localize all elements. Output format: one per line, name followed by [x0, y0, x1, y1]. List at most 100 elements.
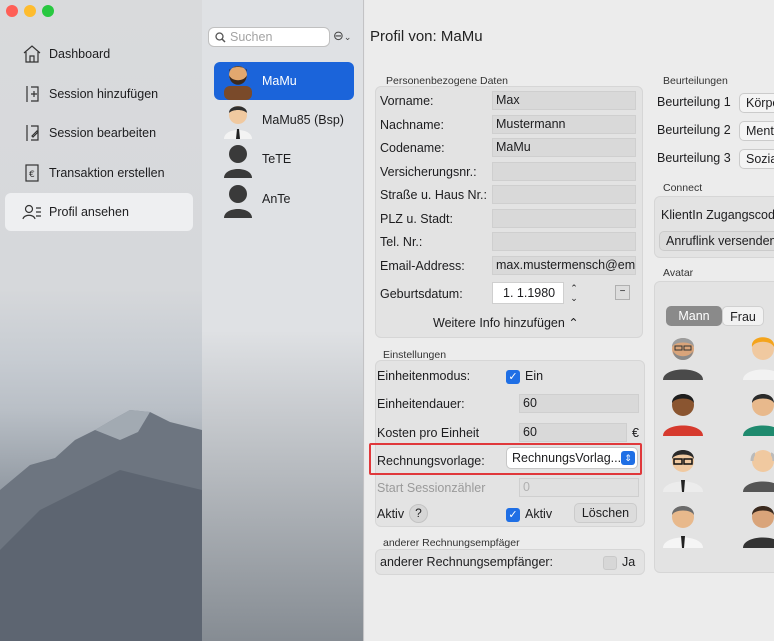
field-label: PLZ u. Stadt: [380, 212, 453, 226]
avatar-bald-man-icon[interactable] [741, 442, 774, 492]
chevron-down-icon: ⌄ [343, 32, 352, 42]
sidebar-item-label: Session bearbeiten [49, 126, 157, 140]
avatar-old-man-beard-icon[interactable] [661, 330, 705, 380]
rating-label: Beurteilung 1 [657, 95, 731, 109]
profile-panel: Profil von: MaMu Personenbezogene Daten … [365, 0, 774, 641]
unit-mode-value: Ein [525, 369, 544, 383]
app-window: Dashboard Session hinzufügen Session bea… [0, 0, 774, 641]
last-name-field[interactable]: Mustermann [492, 115, 636, 134]
avatar-silhouette-icon [224, 145, 252, 178]
profile-icon [22, 204, 41, 220]
rating-2-popup[interactable]: Menta [739, 121, 774, 141]
rating-label: Beurteilung 3 [657, 151, 731, 165]
client-item-mamu[interactable]: MaMu [214, 62, 354, 100]
avatar-dark-man-icon[interactable] [661, 386, 705, 436]
ratings-group-label: Beurteilungen [663, 75, 728, 87]
sidebar-item-transaction[interactable]: € Transaktion erstellen [5, 154, 193, 192]
currency-label: € [632, 426, 639, 440]
sidebar-item-session-add[interactable]: Session hinzufügen [5, 75, 193, 113]
tab-female[interactable]: Frau [722, 306, 764, 326]
rating-3-popup[interactable]: Sozia [739, 149, 774, 169]
other-recipient-checkbox[interactable] [603, 556, 617, 570]
session-add-icon [26, 86, 39, 102]
session-counter-label: Start Sessionzähler [377, 481, 486, 495]
other-recipient-label: anderer Rechnungsempfänger: [380, 555, 554, 569]
svg-text:€: € [29, 170, 35, 180]
other-recipient-value: Ja [622, 555, 636, 569]
unit-duration-label: Einheitendauer: [377, 397, 465, 411]
street-field[interactable] [492, 185, 636, 204]
field-label: Email-Address: [380, 259, 465, 273]
sidebar-item-profile[interactable]: Profil ansehen [5, 193, 193, 231]
avatar-man-tie-icon [224, 106, 252, 139]
unit-duration-field[interactable]: 60 [519, 394, 639, 413]
field-label: Versicherungsnr.: [380, 165, 477, 179]
zoom-window-button[interactable] [42, 5, 54, 17]
house-icon [23, 45, 41, 63]
search-input[interactable]: Suchen [230, 30, 272, 44]
client-name: MaMu [262, 74, 297, 88]
field-label: Tel. Nr.: [380, 235, 423, 249]
more-info-button[interactable]: Weitere Info hinzufügen ⌃ [433, 315, 579, 330]
first-name-field[interactable]: Max [492, 91, 636, 110]
avatar-bearded-man-icon [224, 66, 252, 100]
sidebar-item-label: Transaktion erstellen [49, 166, 165, 180]
client-list: Suchen ⊖⌄ MaMu MaMu85 (Bsp) TeTE AnTe [202, 0, 364, 641]
ellipsis-circle-icon: ⊖ [333, 28, 344, 43]
help-button[interactable]: ? [409, 504, 428, 523]
avatar-blonde-man-icon[interactable] [741, 330, 774, 380]
delete-button[interactable]: Löschen [574, 503, 637, 523]
active-label: Aktiv [377, 507, 405, 521]
unit-mode-checkbox[interactable]: ✓ [506, 370, 520, 384]
rating-label: Beurteilung 2 [657, 123, 731, 137]
mountain-wallpaper [0, 410, 202, 641]
birthdate-label: Geburtsdatum: [380, 287, 463, 301]
rating-1-popup[interactable]: Körpe [739, 93, 774, 113]
sidebar-item-dashboard[interactable]: Dashboard [5, 35, 193, 73]
avatar-glasses-man-icon[interactable] [741, 386, 774, 436]
date-stepper-icon[interactable]: ⌃ ⌄ [568, 283, 580, 303]
active-checkbox-label: Aktiv [525, 507, 553, 521]
more-options-button[interactable]: ⊖⌄ [333, 28, 351, 44]
page-title: Profil von: MaMu [370, 28, 483, 45]
client-name: AnTe [262, 192, 291, 206]
sidebar: Dashboard Session hinzufügen Session bea… [0, 0, 202, 641]
insurance-number-field[interactable] [492, 162, 636, 181]
session-counter-field[interactable]: 0 [519, 478, 639, 497]
other-recipient-group-label: anderer Rechnungsempfäger [383, 537, 520, 549]
avatar-group-label: Avatar [663, 267, 694, 279]
field-label: Nachname: [380, 118, 444, 132]
cost-per-unit-field[interactable]: 60 [519, 423, 627, 442]
client-name: TeTE [262, 152, 292, 166]
client-item-ante[interactable]: AnTe [214, 180, 354, 218]
cost-per-unit-label: Kosten pro Einheit [377, 426, 480, 440]
email-field[interactable]: max.mustermensch@em [492, 256, 636, 275]
tab-male[interactable]: Mann [666, 306, 722, 326]
minus-button[interactable]: − [615, 285, 630, 300]
client-name: MaMu85 (Bsp) [262, 113, 344, 127]
active-checkbox[interactable]: ✓ [506, 508, 520, 522]
search-icon [215, 31, 226, 43]
avatar-silhouette-icon [224, 185, 252, 218]
field-label: Codename: [380, 141, 445, 155]
send-call-link-button[interactable]: Anruflink versenden [659, 231, 774, 251]
transaction-icon: € [25, 164, 39, 182]
avatar-young-man-icon[interactable] [741, 498, 774, 548]
sidebar-item-session-edit[interactable]: Session bearbeiten [5, 114, 193, 152]
close-window-button[interactable] [6, 5, 18, 17]
client-item-mamu85[interactable]: MaMu85 (Bsp) [214, 101, 354, 139]
client-access-code-label: KlientIn Zugangscod [661, 208, 774, 222]
city-field[interactable] [492, 209, 636, 228]
session-edit-icon [26, 125, 39, 141]
avatar-tie-man-icon[interactable] [661, 498, 705, 548]
list-background [202, 330, 363, 641]
avatar-nerd-man-icon[interactable] [661, 442, 705, 492]
phone-field[interactable] [492, 232, 636, 251]
connect-group-label: Connect [663, 182, 703, 194]
search-field[interactable]: Suchen [208, 27, 330, 47]
client-item-tete[interactable]: TeTE [214, 140, 354, 178]
birthdate-picker[interactable]: 1. 1.1980 [492, 282, 564, 304]
field-label: Vorname: [380, 94, 434, 108]
minimize-window-button[interactable] [24, 5, 36, 17]
codename-field[interactable]: MaMu [492, 138, 636, 157]
